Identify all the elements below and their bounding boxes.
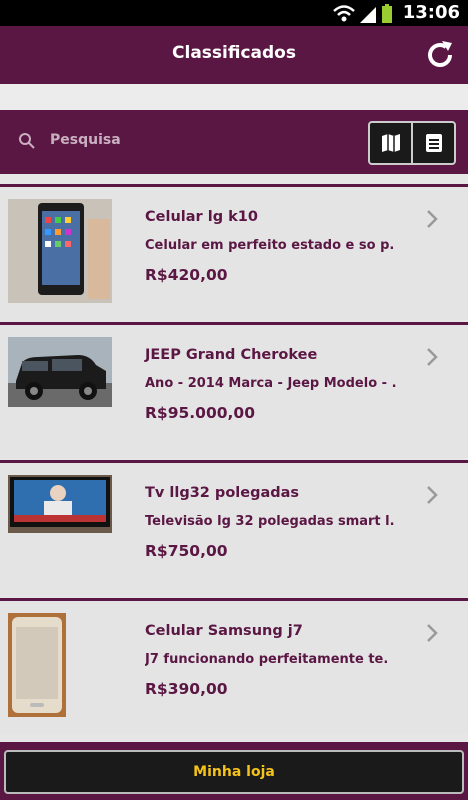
my-store-button[interactable]: Minha loja [4,750,464,794]
product-photo-phone [8,199,112,303]
refresh-button[interactable] [422,37,458,73]
status-icons [332,4,398,23]
view-toggle [368,121,456,165]
search-input[interactable]: Pesquisa [50,132,121,148]
chevron-right-icon [427,348,438,366]
product-photo-tv [8,475,112,533]
search-icon [19,133,35,149]
chevron-right-icon [427,486,438,504]
listing-title: Celular lg k10 [145,209,258,225]
list-item[interactable]: Celular lg k10 Celular em perfeito estad… [0,184,468,320]
listing-title: Tv llg32 polegadas [145,485,300,501]
battery-icon [382,4,392,23]
page-title: Classificados [172,43,296,63]
status-time: 13:06 [402,2,460,23]
listing-description: Ano - 2014 Marca - Jeep Modelo - . [145,376,397,391]
product-photo-car [8,337,112,407]
list-item[interactable]: JEEP Grand Cherokee Ano - 2014 Marca - J… [0,322,468,458]
listing-title: Celular Samsung j7 [145,623,303,639]
map-view-button[interactable] [370,123,411,163]
signal-icon [360,7,376,23]
chevron-right-icon [427,210,438,228]
listing-price: R$95.000,00 [145,404,255,422]
search-bar: Pesquisa [0,110,468,174]
listing-description: J7 funcionando perfeitamente te. [145,652,389,667]
listing-description: Televisão lg 32 polegadas smart l. [145,514,395,529]
chevron-right-icon [427,624,438,642]
listing-price: R$420,00 [145,266,228,284]
status-bar: 13:06 [0,0,468,26]
listing-description: Celular em perfeito estado e so p. [145,238,395,253]
list-item[interactable]: Tv llg32 polegadas Televisão lg 32 poleg… [0,460,468,596]
list-icon [425,134,442,152]
list-view-button[interactable] [411,123,454,163]
refresh-icon [428,41,452,67]
map-icon [381,134,400,152]
wifi-icon [333,5,355,22]
app-header: Classificados [0,26,468,84]
spacer [0,84,468,110]
product-photo-phone [8,613,66,717]
listing-title: JEEP Grand Cherokee [145,347,318,363]
listing-price: R$390,00 [145,680,228,698]
list-item[interactable]: Celular Samsung j7 J7 funcionando perfei… [0,598,468,734]
footer-bar: Minha loja [0,742,468,800]
listing-price: R$750,00 [145,542,228,560]
